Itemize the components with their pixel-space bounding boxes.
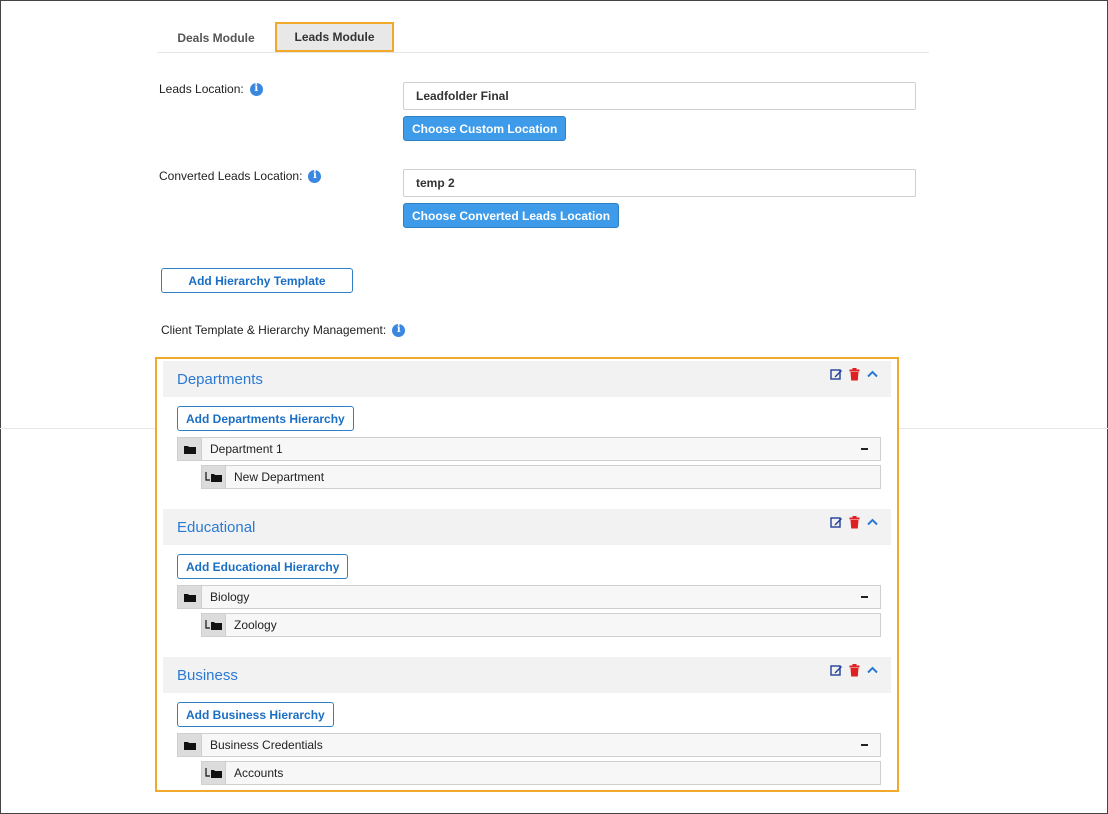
hierarchy-section-departments: Departments Add Departments Hierarchy De… xyxy=(163,361,891,507)
hierarchy-panel: Departments Add Departments Hierarchy De… xyxy=(155,357,899,792)
choose-converted-location-button[interactable]: Choose Converted Leads Location xyxy=(403,203,620,228)
add-educational-hierarchy-button[interactable]: Add Educational Hierarchy xyxy=(177,554,349,579)
tree-node-label: Zoology xyxy=(234,618,277,632)
tab-leads-module[interactable]: Leads Module xyxy=(275,22,394,52)
add-departments-hierarchy-button[interactable]: Add Departments Hierarchy xyxy=(177,406,354,431)
client-template-label: Client Template & Hierarchy Management: xyxy=(161,323,387,337)
edit-icon[interactable] xyxy=(829,663,843,677)
folder-icon xyxy=(178,438,202,460)
chevron-up-icon[interactable] xyxy=(865,663,879,677)
chevron-up-icon[interactable] xyxy=(865,367,879,381)
folder-icon xyxy=(178,586,202,608)
tree-node-label: Accounts xyxy=(234,766,284,780)
choose-custom-location-button[interactable]: Choose Custom Location xyxy=(403,116,567,141)
tree-node-parent[interactable]: Business Credentials xyxy=(177,733,881,757)
tree-node-child[interactable]: Zoology xyxy=(201,613,881,637)
edit-icon[interactable] xyxy=(829,515,843,529)
add-business-hierarchy-button[interactable]: Add Business Hierarchy xyxy=(177,702,334,727)
child-folder-icon xyxy=(202,466,226,488)
tree-node-child[interactable]: New Department xyxy=(201,465,881,489)
leads-location-label-group: Leads Location: i xyxy=(159,82,263,96)
collapse-minus-icon[interactable] xyxy=(856,448,872,450)
tree-node-label: New Department xyxy=(234,470,325,484)
tree-node-parent[interactable]: Biology xyxy=(177,585,881,609)
tree-node-label: Department 1 xyxy=(210,442,283,456)
add-hierarchy-template-button[interactable]: Add Hierarchy Template xyxy=(161,268,353,293)
trash-icon[interactable] xyxy=(847,515,861,529)
section-body: Add Business Hierarchy Business Credenti… xyxy=(163,693,891,789)
section-title: Business xyxy=(177,666,238,684)
client-template-label-group: Client Template & Hierarchy Management: … xyxy=(161,323,406,337)
converted-location-input[interactable] xyxy=(403,169,916,197)
tree-node-label: Biology xyxy=(210,590,250,604)
tree-node-parent[interactable]: Department 1 xyxy=(177,437,881,461)
section-header: Educational xyxy=(163,509,891,545)
section-actions xyxy=(829,663,879,677)
converted-location-label-group: Converted Leads Location: i xyxy=(159,169,322,183)
tree-node-child[interactable]: Accounts xyxy=(201,761,881,785)
section-title: Departments xyxy=(177,370,263,388)
tree-node-label: Business Credentials xyxy=(210,738,323,752)
leads-location-input[interactable] xyxy=(403,82,916,110)
collapse-minus-icon[interactable] xyxy=(856,744,872,746)
child-folder-icon xyxy=(202,762,226,784)
section-body: Add Departments Hierarchy Department 1 N… xyxy=(163,397,891,507)
section-header: Business xyxy=(163,657,891,693)
info-icon[interactable]: i xyxy=(392,323,406,337)
section-header: Departments xyxy=(163,361,891,397)
info-icon[interactable]: i xyxy=(308,169,322,183)
edit-icon[interactable] xyxy=(829,367,843,381)
info-icon[interactable]: i xyxy=(249,82,263,96)
hierarchy-section-business: Business Add Business Hierarchy Business… xyxy=(163,657,891,789)
leads-location-label: Leads Location: xyxy=(159,82,244,96)
child-folder-icon xyxy=(202,614,226,636)
hierarchy-section-educational: Educational Add Educational Hierarchy Bi… xyxy=(163,509,891,655)
tab-deals-module[interactable]: Deals Module xyxy=(165,24,267,52)
trash-icon[interactable] xyxy=(847,663,861,677)
chevron-up-icon[interactable] xyxy=(865,515,879,529)
folder-icon xyxy=(178,734,202,756)
converted-location-label: Converted Leads Location: xyxy=(159,169,303,183)
section-body: Add Educational Hierarchy Biology Zoolog… xyxy=(163,545,891,655)
section-actions xyxy=(829,367,879,381)
trash-icon[interactable] xyxy=(847,367,861,381)
collapse-minus-icon[interactable] xyxy=(856,596,872,598)
section-title: Educational xyxy=(177,518,256,536)
module-tabs: Deals Module Leads Module xyxy=(157,22,929,53)
section-actions xyxy=(829,515,879,529)
